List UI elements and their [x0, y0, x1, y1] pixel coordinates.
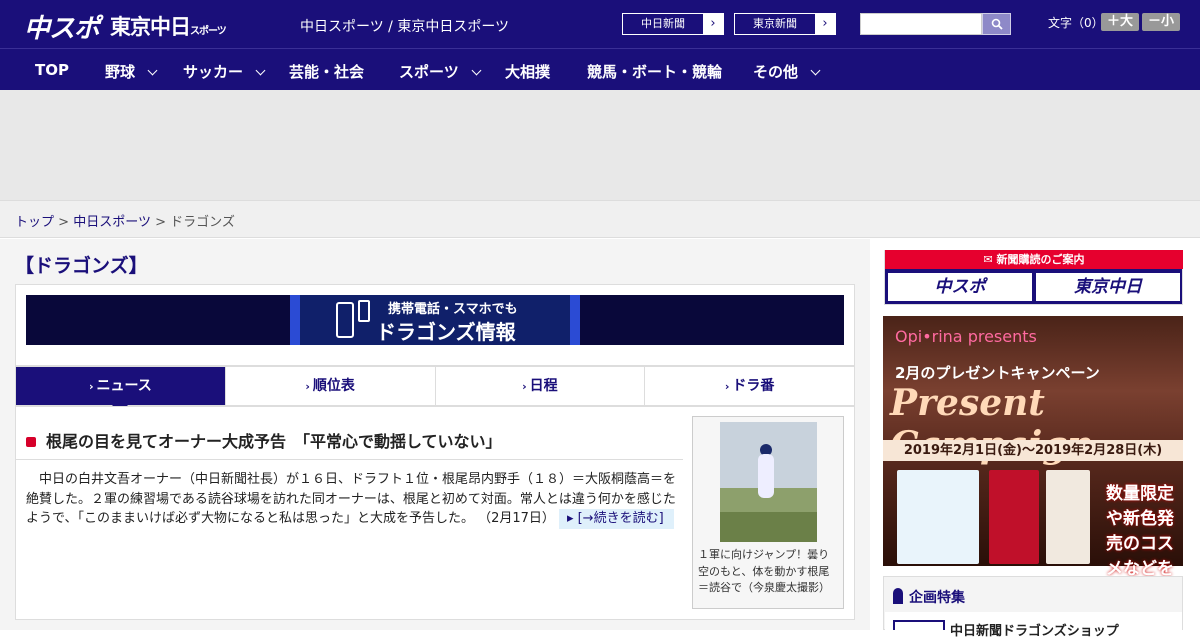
- feature-title: 企画特集: [893, 586, 965, 607]
- search-button[interactable]: [982, 13, 1011, 35]
- subscribe-tokyo[interactable]: 東京中日: [1036, 273, 1180, 301]
- nav-item-soccer[interactable]: サッカー: [183, 61, 266, 82]
- flip-phone-icon: [358, 300, 370, 322]
- tokyo-shimbun-link[interactable]: 東京新聞 ›: [734, 13, 836, 35]
- nav-item-baseball[interactable]: 野球: [105, 61, 158, 82]
- ad-headline: 2月のプレゼントキャンペーン: [895, 364, 1100, 382]
- subscribe-chuspo[interactable]: 中スポ: [888, 273, 1032, 301]
- nav-item-sports[interactable]: スポーツ: [399, 61, 482, 82]
- main-nav: TOP 野球 サッカー 芸能・社会 スポーツ 大相撲 競馬・ボート・競輪 その他: [0, 48, 1200, 90]
- breadcrumb-bar: トップ > 中日スポーツ > ドラゴンズ: [0, 200, 1200, 238]
- product-image: [897, 470, 979, 564]
- ad-date: 2019年2月1日(金)～2019年2月28日(木): [883, 440, 1183, 461]
- site-links[interactable]: 中日スポーツ / 東京中日スポーツ: [300, 16, 509, 36]
- section-tabs: › ニュース › 順位表 › 日程 › ドラ番: [15, 366, 855, 413]
- divider: [15, 619, 855, 630]
- chunichi-shimbun-link[interactable]: 中日新聞 ›: [622, 13, 724, 35]
- breadcrumb-section[interactable]: 中日スポーツ: [73, 215, 151, 230]
- player-body: [758, 454, 774, 498]
- search-input[interactable]: [860, 13, 982, 35]
- banner-line2: ドラゴンズ情報: [376, 320, 516, 344]
- tokyo-logo-small: スポーツ: [190, 26, 227, 37]
- bullet-icon: [26, 437, 36, 447]
- chevron-right-icon: ›: [522, 380, 527, 393]
- article-body: 中日の白井文吾オーナー（中日新聞社長）が１６日、ドラフト１位・根尾昂内野手（１８…: [26, 470, 684, 529]
- nav-item-top[interactable]: TOP: [35, 61, 69, 79]
- breadcrumb-current: ドラゴンズ: [170, 215, 235, 230]
- ad-space: [0, 90, 1200, 200]
- chevron-right-icon: ›: [710, 16, 716, 31]
- photo-caption: １軍に向けジャンプ！曇り空のもと、体を動かす根尾＝読谷で（今泉慶太撮影）: [698, 548, 830, 594]
- font-bigger-button[interactable]: ＋大: [1101, 13, 1139, 31]
- tab-news[interactable]: › ニュース: [16, 367, 226, 413]
- tokyo-logo-text: 東京中日: [110, 15, 191, 39]
- chevron-down-icon: [147, 65, 158, 76]
- tokyo-shimbun-label: 東京新聞: [735, 14, 815, 34]
- chuspo-logo[interactable]: 中スポ: [24, 8, 100, 45]
- divider: [15, 459, 683, 460]
- article-photo[interactable]: [720, 422, 817, 542]
- banner-line1: 携帯電話・スマホでも: [388, 302, 518, 317]
- tokyo-chunichi-logo[interactable]: 東京中日スポーツ: [110, 11, 227, 41]
- read-more-link[interactable]: ▸ [→続きを読む]: [558, 509, 674, 529]
- nav-item-keiba[interactable]: 競馬・ボート・競輪: [587, 61, 722, 82]
- ad-brand: Opi•rina presents: [895, 327, 1037, 346]
- chunichi-shimbun-label: 中日新聞: [623, 14, 703, 34]
- chevron-right-icon: ›: [724, 380, 730, 393]
- search-icon: [991, 18, 1003, 30]
- feature-thumb: [893, 620, 945, 630]
- chevron-down-icon: [471, 65, 482, 76]
- phone-icon: [336, 302, 354, 338]
- breadcrumb-sep: >: [155, 215, 166, 230]
- breadcrumb-home[interactable]: トップ: [15, 215, 54, 230]
- ribbon-icon: [893, 588, 903, 604]
- chevron-right-icon: ›: [305, 380, 310, 393]
- page-title: 【ドラゴンズ】: [15, 255, 148, 277]
- nav-item-other[interactable]: その他: [753, 61, 821, 82]
- font-size-label: 文字（0）: [1048, 16, 1104, 30]
- breadcrumb-sep: >: [58, 215, 70, 230]
- tab-dora-ban[interactable]: › ドラ番: [645, 367, 854, 405]
- chevron-down-icon: [255, 65, 266, 76]
- nav-item-sumo[interactable]: 大相撲: [505, 61, 550, 82]
- font-smaller-button[interactable]: －小: [1142, 13, 1180, 31]
- tab-schedule[interactable]: › 日程: [435, 367, 646, 405]
- chevron-right-icon: ›: [88, 380, 94, 393]
- nav-item-entertainment[interactable]: 芸能・社会: [289, 61, 364, 82]
- product-image: [1046, 470, 1090, 564]
- chevron-right-icon: ›: [822, 16, 828, 31]
- article-title[interactable]: 根尾の目を見てオーナー大成予告 「平常心で動揺していない」: [26, 428, 502, 452]
- chevron-down-icon: [810, 65, 821, 76]
- tab-standings[interactable]: › 順位表: [225, 367, 436, 405]
- product-image: [989, 470, 1039, 564]
- subscribe-header[interactable]: ✉ 新聞購読のご案内: [885, 250, 1183, 269]
- breadcrumb: トップ > 中日スポーツ > ドラゴンズ: [15, 211, 235, 230]
